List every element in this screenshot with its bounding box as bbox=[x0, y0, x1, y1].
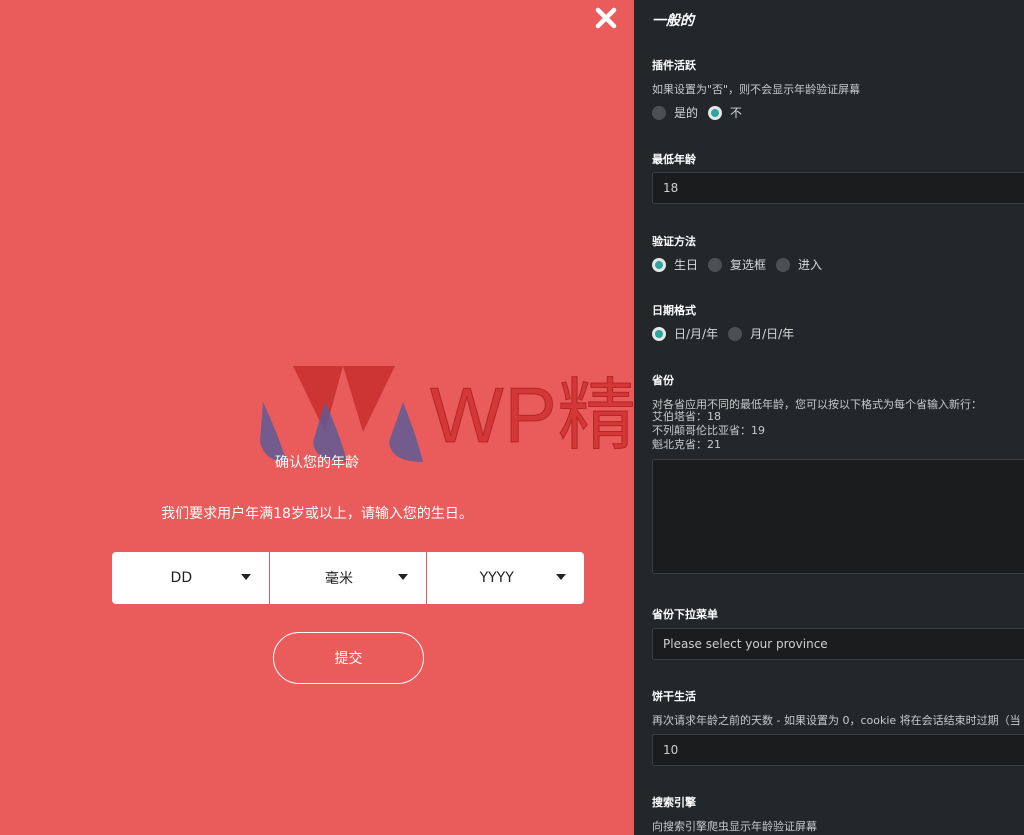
birthdate-selector: DD 毫米 YYYY bbox=[112, 552, 584, 604]
verify-method-label: 验证方法 bbox=[652, 235, 696, 248]
month-select-value: 毫米 bbox=[325, 571, 353, 587]
search-engine-desc: 向搜索引擎爬虫显示年龄验证屏幕 bbox=[652, 820, 817, 833]
min-age-input[interactable]: 18 bbox=[652, 172, 1024, 204]
date-format-radios: 日/月/年 月/日/年 bbox=[652, 325, 804, 342]
radio-checkbox[interactable]: 复选框 bbox=[708, 256, 766, 273]
radio-dot bbox=[776, 257, 791, 272]
radio-dot bbox=[652, 105, 666, 120]
verify-title: 确认您的年龄 bbox=[275, 455, 359, 471]
radio-label: 进入 bbox=[798, 258, 823, 272]
province-textarea[interactable] bbox=[652, 459, 1024, 574]
radio-dot bbox=[652, 326, 666, 341]
verify-description: 我们要求用户年满18岁或以上，请输入您的生日。 bbox=[161, 506, 473, 522]
plugin-active-radios: 是的 不 bbox=[652, 104, 752, 121]
day-select-value: DD bbox=[170, 570, 193, 586]
settings-panel: 一般的 插件活跃 如果设置为"否"，则不会显示年龄验证屏幕 是的 不 最低年龄 … bbox=[634, 0, 1024, 835]
radio-dot bbox=[652, 257, 666, 272]
radio-label: 复选框 bbox=[730, 258, 767, 272]
cookie-label: 饼干生活 bbox=[652, 690, 696, 703]
date-format-label: 日期格式 bbox=[652, 304, 696, 317]
search-engine-label: 搜索引擎 bbox=[652, 796, 696, 809]
verify-method-radios: 生日 复选框 进入 bbox=[652, 256, 832, 273]
radio-dot bbox=[708, 257, 723, 272]
year-select-value: YYYY bbox=[479, 570, 514, 586]
province-label: 省份 bbox=[652, 374, 674, 387]
year-select[interactable]: YYYY bbox=[427, 552, 584, 604]
radio-mdy[interactable]: 月/日/年 bbox=[728, 325, 794, 342]
chevron-down-icon bbox=[398, 574, 409, 580]
chevron-down-icon bbox=[556, 574, 567, 580]
radio-dot bbox=[728, 326, 743, 341]
close-icon bbox=[595, 7, 617, 29]
submit-button[interactable]: 提交 bbox=[273, 632, 424, 684]
province-examples: 艾伯塔省：18 不列颠哥伦比亚省：19 魁北克省：21 bbox=[652, 410, 765, 452]
province-dropdown-label: 省份下拉菜单 bbox=[652, 608, 718, 621]
plugin-active-desc: 如果设置为"否"，则不会显示年龄验证屏幕 bbox=[652, 83, 861, 96]
province-dropdown-input[interactable]: Please select your province bbox=[652, 628, 1024, 660]
cookie-input[interactable]: 10 bbox=[652, 734, 1024, 766]
radio-no[interactable]: 不 bbox=[708, 104, 742, 121]
day-select[interactable]: DD bbox=[112, 552, 270, 604]
min-age-label: 最低年龄 bbox=[652, 153, 696, 166]
plugin-active-label: 插件活跃 bbox=[652, 59, 696, 72]
radio-yes[interactable]: 是的 bbox=[652, 104, 698, 121]
radio-enter[interactable]: 进入 bbox=[776, 256, 822, 273]
close-button[interactable] bbox=[594, 6, 618, 30]
section-heading: 一般的 bbox=[652, 13, 694, 29]
radio-birthday[interactable]: 生日 bbox=[652, 256, 698, 273]
month-select[interactable]: 毫米 bbox=[270, 552, 428, 604]
radio-label: 日/月/年 bbox=[674, 327, 719, 341]
province-example: 艾伯塔省：18 bbox=[652, 410, 721, 423]
province-example: 不列颠哥伦比亚省：19 bbox=[652, 424, 765, 437]
radio-label: 是的 bbox=[674, 106, 699, 120]
radio-label: 月/日/年 bbox=[750, 327, 795, 341]
cookie-desc: 再次请求年龄之前的天数 - 如果设置为 0，cookie 将在会话结束时过期（当 bbox=[652, 714, 1021, 727]
radio-dot bbox=[708, 105, 723, 120]
radio-label: 生日 bbox=[674, 258, 699, 272]
radio-dmy[interactable]: 日/月/年 bbox=[652, 325, 718, 342]
chevron-down-icon bbox=[240, 574, 251, 580]
province-example: 魁北克省：21 bbox=[652, 438, 721, 451]
age-gate-preview: WP精品站 确认您的年龄 我们要求用户年满18岁或以上，请输入您的生日。 DD … bbox=[0, 0, 794, 835]
radio-label: 不 bbox=[730, 106, 743, 120]
